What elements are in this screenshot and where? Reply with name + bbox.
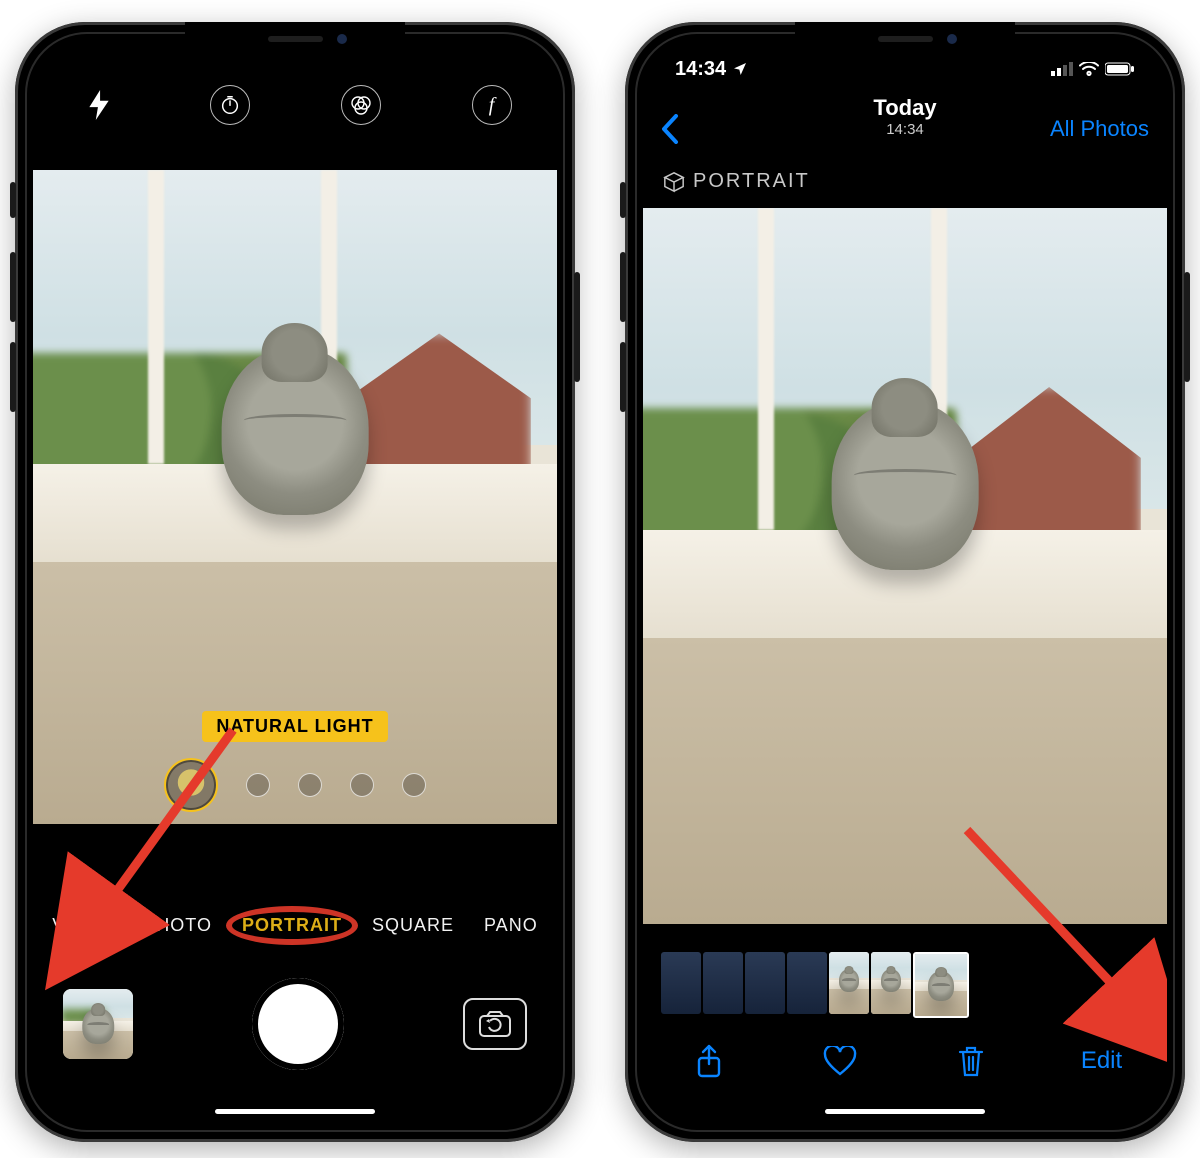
favorite-button[interactable]: [820, 1041, 860, 1081]
delete-button[interactable]: [951, 1041, 991, 1081]
back-button[interactable]: [661, 114, 679, 144]
volume-down-button: [620, 342, 626, 412]
thumbnail-item[interactable]: [787, 952, 827, 1014]
filters-button[interactable]: [339, 83, 383, 127]
timer-button[interactable]: [208, 83, 252, 127]
power-button: [574, 272, 580, 382]
mode-portrait-label: PORTRAIT: [242, 915, 342, 935]
thumbnail-item[interactable]: [829, 952, 869, 1014]
camera-bottom-controls: [33, 954, 557, 1094]
thumbnail-item[interactable]: [871, 952, 911, 1014]
mode-video[interactable]: VIDEO: [52, 915, 113, 936]
mute-switch: [620, 182, 626, 218]
lighting-option-5[interactable]: [402, 773, 426, 797]
camera-top-controls: f: [33, 60, 557, 150]
last-photo-thumbnail[interactable]: [63, 989, 133, 1059]
cube-icon: [663, 171, 685, 193]
mode-square[interactable]: SQUARE: [372, 915, 454, 936]
photos-app-screen: 14:34 Today 14:34 All Photos: [643, 40, 1167, 1124]
notch: [795, 22, 1015, 56]
thumbnail-item[interactable]: [745, 952, 785, 1014]
wifi-icon: [1079, 62, 1099, 76]
photo-viewer[interactable]: [643, 208, 1167, 924]
mode-photo[interactable]: PHOTO: [143, 915, 212, 936]
power-button: [1184, 272, 1190, 382]
thumbnail-item-current[interactable]: [913, 952, 969, 1018]
edit-button[interactable]: Edit: [1082, 1041, 1122, 1081]
depth-fstop-button[interactable]: f: [470, 83, 514, 127]
volume-up-button: [620, 252, 626, 322]
lighting-option-2[interactable]: [246, 773, 270, 797]
notch: [185, 22, 405, 56]
camera-app-screen: f NATURAL LIGHT: [33, 40, 557, 1124]
portrait-badge-label: PORTRAIT: [693, 170, 810, 193]
lighting-option-4[interactable]: [350, 773, 374, 797]
nav-bar: All Photos: [643, 94, 1167, 164]
camera-viewfinder[interactable]: NATURAL LIGHT: [33, 170, 557, 824]
photo-toolbar: Edit: [643, 1028, 1167, 1094]
cellular-icon: [1051, 62, 1073, 76]
lighting-option-natural[interactable]: [164, 758, 218, 812]
thumbnail-item[interactable]: [703, 952, 743, 1014]
lighting-option-3[interactable]: [298, 773, 322, 797]
volume-up-button: [10, 252, 16, 322]
shutter-button[interactable]: [252, 978, 344, 1070]
mute-switch: [10, 182, 16, 218]
phone-frame-photos: 14:34 Today 14:34 All Photos: [625, 22, 1185, 1142]
battery-icon: [1105, 62, 1135, 76]
share-button[interactable]: [689, 1041, 729, 1081]
portrait-lighting-label: NATURAL LIGHT: [202, 711, 387, 742]
home-indicator[interactable]: [825, 1109, 985, 1114]
thumbnail-item[interactable]: [661, 952, 701, 1014]
flash-button[interactable]: [77, 83, 121, 127]
flip-camera-button[interactable]: [463, 998, 527, 1050]
all-photos-button[interactable]: All Photos: [1050, 116, 1149, 142]
location-icon: [732, 61, 748, 77]
phone-frame-camera: f NATURAL LIGHT: [15, 22, 575, 1142]
camera-mode-row[interactable]: VIDEO PHOTO PORTRAIT SQUARE PANO: [33, 915, 557, 936]
status-bar: 14:34: [643, 52, 1167, 86]
mode-portrait[interactable]: PORTRAIT: [242, 915, 342, 936]
thumbnail-strip[interactable]: [661, 952, 1149, 1014]
volume-down-button: [10, 342, 16, 412]
status-time: 14:34: [675, 58, 726, 81]
portrait-badge: PORTRAIT: [663, 170, 810, 193]
mode-pano[interactable]: PANO: [484, 915, 538, 936]
home-indicator[interactable]: [215, 1109, 375, 1114]
portrait-lighting-picker[interactable]: NATURAL LIGHT: [33, 711, 557, 812]
